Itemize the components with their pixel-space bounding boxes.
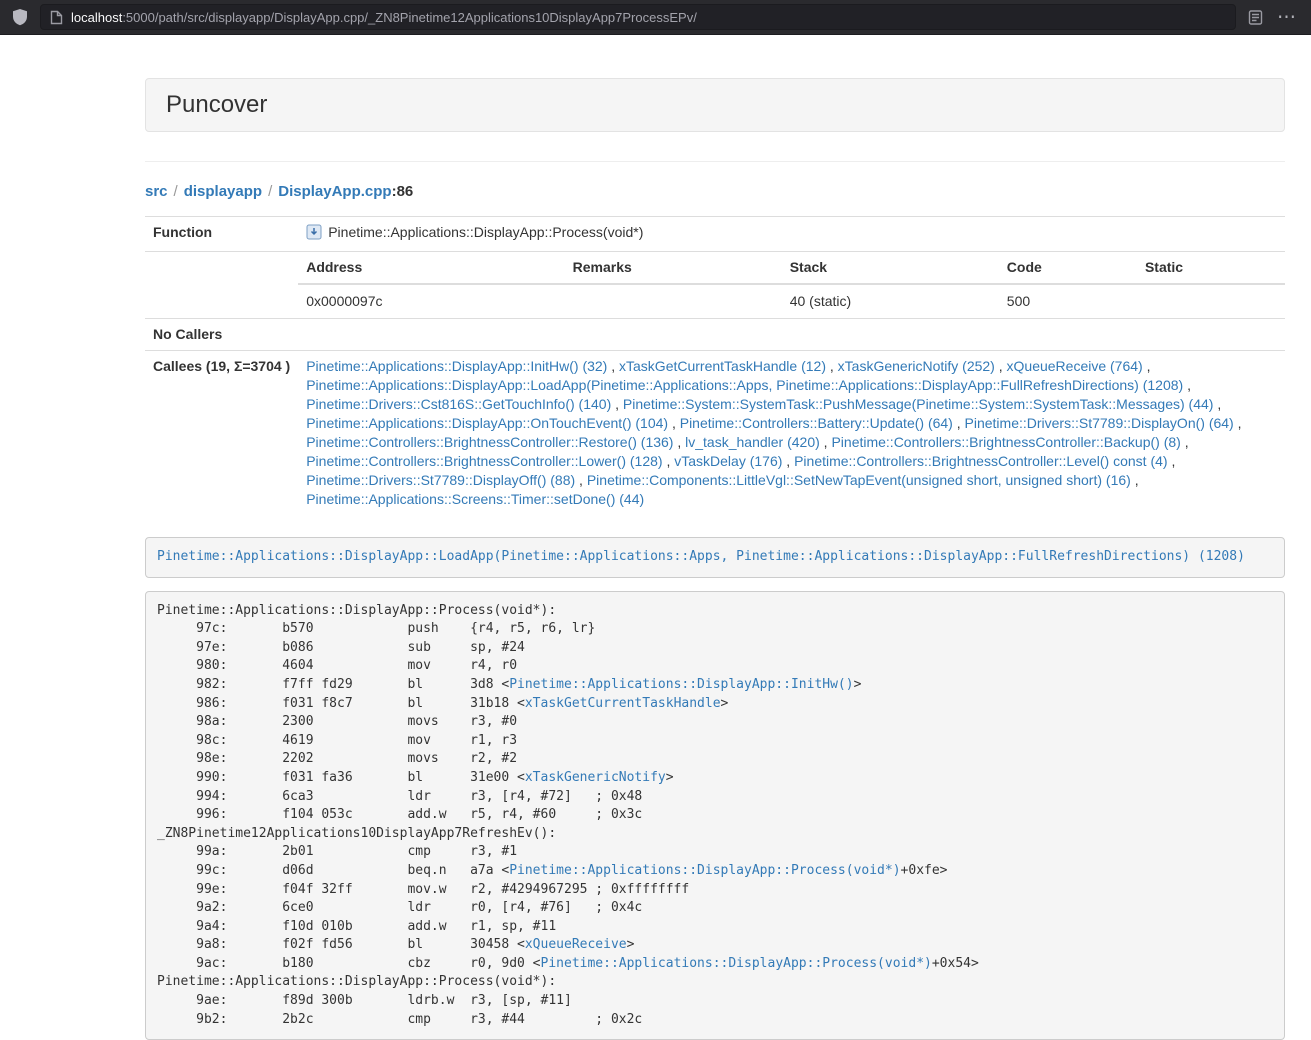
callee-link[interactable]: Pinetime::Drivers::Cst816S::GetTouchInfo…	[306, 396, 611, 412]
code-symbol-link[interactable]: xQueueReceive	[525, 937, 627, 952]
code-symbol-link[interactable]: Pinetime::Applications::DisplayApp::Init…	[509, 677, 853, 692]
callee-link[interactable]: Pinetime::System::SystemTask::PushMessag…	[623, 396, 1214, 412]
function-label: Function	[145, 217, 298, 252]
shield-icon[interactable]	[12, 8, 28, 26]
app-title-panel: Puncover	[145, 78, 1285, 132]
callee-link[interactable]: Pinetime::Controllers::BrightnessControl…	[794, 453, 1167, 469]
stack-cell: 40 (static)	[782, 284, 999, 318]
callee-separator: ,	[668, 415, 680, 431]
breadcrumb: src / displayapp / DisplayApp.cpp:86	[145, 182, 1285, 202]
url-host: localhost	[71, 10, 122, 25]
symbol-table: Function Pinetime::Applications::Display…	[145, 216, 1285, 515]
callee-link[interactable]: Pinetime::Applications::Screens::Timer::…	[306, 491, 644, 507]
details-row: Address Remarks Stack Code Static 0x0000…	[145, 252, 1285, 319]
callee-link[interactable]: Pinetime::Drivers::St7789::DisplayOff() …	[306, 472, 575, 488]
highlighted-line-box: Pinetime::Applications::DisplayApp::Load…	[145, 537, 1285, 578]
details-row-label-spacer	[145, 252, 298, 319]
page-info-icon[interactable]	[50, 10, 63, 25]
address-table: Address Remarks Stack Code Static 0x0000…	[298, 252, 1285, 318]
callee-separator: ,	[953, 415, 965, 431]
callees-row: Callees (19, Σ=3704 ) Pinetime::Applicat…	[145, 351, 1285, 516]
code-symbol-link[interactable]: xTaskGetCurrentTaskHandle	[525, 696, 721, 711]
function-name: Pinetime::Applications::DisplayApp::Proc…	[328, 224, 643, 240]
callers-row: No Callers	[145, 319, 1285, 351]
function-type-icon	[306, 224, 322, 245]
callee-link[interactable]: Pinetime::Drivers::St7789::DisplayOn() (…	[965, 415, 1234, 431]
callee-separator: ,	[1234, 415, 1242, 431]
menu-icon[interactable]: ⋯	[1275, 8, 1299, 27]
callee-separator: ,	[1168, 453, 1176, 469]
static-cell	[1137, 284, 1285, 318]
function-row: Function Pinetime::Applications::Display…	[145, 217, 1285, 252]
callee-separator: ,	[1183, 377, 1191, 393]
callees-links: Pinetime::Applications::DisplayApp::Init…	[298, 351, 1285, 516]
address-row: 0x0000097c 40 (static) 500	[298, 284, 1285, 318]
callee-link[interactable]: xTaskGetCurrentTaskHandle (12)	[619, 358, 826, 374]
callee-link[interactable]: Pinetime::Controllers::Battery::Update()…	[680, 415, 953, 431]
callee-separator: ,	[607, 358, 619, 374]
col-code: Code	[999, 252, 1137, 284]
callers-cell	[298, 319, 1285, 351]
breadcrumb-separator: /	[268, 183, 272, 200]
callee-separator: ,	[782, 453, 794, 469]
details-cell: Address Remarks Stack Code Static 0x0000…	[298, 252, 1285, 319]
url-text: localhost:5000/path/src/displayapp/Displ…	[71, 10, 697, 25]
address-cell: 0x0000097c	[298, 284, 564, 318]
callee-separator: ,	[1143, 358, 1151, 374]
callee-separator: ,	[1181, 434, 1189, 450]
callee-link[interactable]: lv_task_handler (420)	[685, 434, 820, 450]
callee-separator: ,	[611, 396, 623, 412]
address-table-header: Address Remarks Stack Code Static	[298, 252, 1285, 284]
callee-link[interactable]: Pinetime::Controllers::BrightnessControl…	[831, 434, 1180, 450]
remarks-cell	[565, 284, 782, 318]
callee-link[interactable]: Pinetime::Controllers::BrightnessControl…	[306, 453, 662, 469]
breadcrumb-link-file[interactable]: DisplayApp.cpp	[278, 183, 391, 200]
disassembly-code: Pinetime::Applications::DisplayApp::Proc…	[145, 591, 1285, 1040]
callees-label: Callees (19, Σ=3704 )	[145, 351, 298, 516]
callee-separator: ,	[826, 358, 838, 374]
callee-link[interactable]: Pinetime::Components::LittleVgl::SetNewT…	[587, 472, 1131, 488]
callers-label: No Callers	[145, 319, 298, 351]
code-symbol-link[interactable]: Pinetime::Applications::DisplayApp::Proc…	[541, 956, 932, 971]
col-stack: Stack	[782, 252, 999, 284]
callee-separator: ,	[1213, 396, 1221, 412]
col-static: Static	[1137, 252, 1285, 284]
reader-mode-icon[interactable]	[1248, 10, 1263, 25]
callee-link[interactable]: xQueueReceive (764)	[1007, 358, 1143, 374]
callee-link[interactable]: Pinetime::Controllers::BrightnessControl…	[306, 434, 673, 450]
breadcrumb-separator: /	[174, 183, 178, 200]
callee-link[interactable]: vTaskDelay (176)	[674, 453, 782, 469]
callee-separator: ,	[995, 358, 1007, 374]
callee-link[interactable]: xTaskGenericNotify (252)	[838, 358, 995, 374]
url-path: :5000/path/src/displayapp/DisplayApp.cpp…	[122, 10, 697, 25]
breadcrumb-link-displayapp[interactable]: displayapp	[184, 183, 262, 200]
callee-link[interactable]: Pinetime::Applications::DisplayApp::OnTo…	[306, 415, 668, 431]
callee-separator: ,	[673, 434, 685, 450]
breadcrumb-line-number: :86	[392, 183, 414, 200]
code-size-cell: 500	[999, 284, 1137, 318]
callee-separator: ,	[1131, 472, 1139, 488]
callee-separator: ,	[663, 453, 675, 469]
callee-link[interactable]: Pinetime::Applications::DisplayApp::Init…	[306, 358, 607, 374]
code-symbol-link[interactable]: Pinetime::Applications::DisplayApp::Proc…	[509, 863, 900, 878]
page-content: Puncover src / displayapp / DisplayApp.cpp:8…	[0, 35, 1311, 1040]
browser-chrome: localhost:5000/path/src/displayapp/Displ…	[0, 0, 1311, 35]
callee-separator: ,	[820, 434, 832, 450]
url-bar[interactable]: localhost:5000/path/src/displayapp/Displ…	[40, 4, 1236, 30]
page-title: Puncover	[166, 92, 1264, 118]
divider	[145, 161, 1285, 162]
function-name-cell: Pinetime::Applications::DisplayApp::Proc…	[298, 217, 1285, 252]
callee-separator: ,	[575, 472, 587, 488]
highlighted-symbol-link[interactable]: Pinetime::Applications::DisplayApp::Load…	[157, 549, 1245, 564]
code-symbol-link[interactable]: xTaskGenericNotify	[525, 770, 666, 785]
callee-link[interactable]: Pinetime::Applications::DisplayApp::Load…	[306, 377, 1183, 393]
col-address: Address	[298, 252, 564, 284]
col-remarks: Remarks	[565, 252, 782, 284]
breadcrumb-link-src[interactable]: src	[145, 183, 168, 200]
